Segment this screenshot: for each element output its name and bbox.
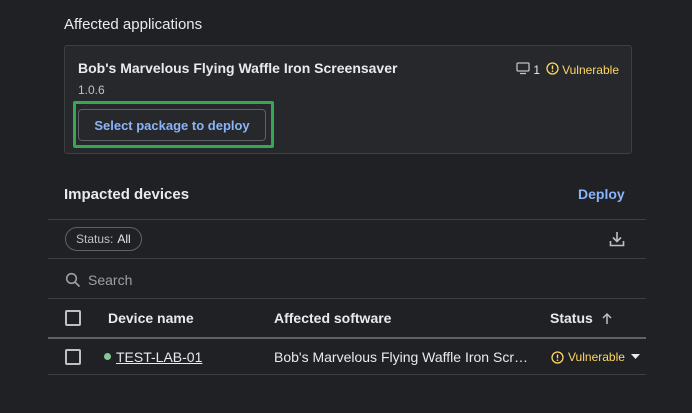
download-icon[interactable] [607,229,627,249]
warning-icon [546,62,559,78]
divider [48,298,646,299]
app-version: 1.0.6 [78,83,105,97]
app-status: Vulnerable [562,63,619,77]
search-icon [65,272,81,288]
column-header-status-label: Status [550,310,593,326]
device-count: 1 [533,63,541,77]
app-name: Bob's Marvelous Flying Waffle Iron Scree… [78,60,398,76]
divider [48,374,646,375]
app-card: Bob's Marvelous Flying Waffle Iron Scree… [64,45,632,154]
status-label: Vulnerable [568,350,625,364]
status-filter-label: Status: [76,232,114,246]
column-header-affected-software[interactable]: Affected software [274,310,391,326]
device-name-link[interactable]: TEST-LAB-01 [116,349,202,365]
monitor-icon [516,62,531,78]
sort-ascending-icon [601,312,613,325]
select-all-checkbox[interactable] [65,310,81,326]
online-status-dot [104,353,111,360]
deploy-link[interactable]: Deploy [578,186,625,202]
status-cell[interactable]: Vulnerable [551,350,640,364]
divider [48,258,646,259]
header-divider [48,337,646,339]
column-header-device-name[interactable]: Device name [108,310,194,326]
status-filter-chip[interactable]: Status: All [65,227,142,251]
app-meta: 1 Vulnerable [516,62,619,78]
divider [48,219,646,220]
impacted-devices-title: Impacted devices [64,186,190,203]
affected-applications-title: Affected applications [64,16,203,33]
status-filter-value: All [117,232,131,246]
affected-software-cell: Bob's Marvelous Flying Waffle Iron Scr… [274,349,528,365]
search-input[interactable] [88,270,388,290]
warning-icon [551,350,564,364]
column-header-status[interactable]: Status [550,310,613,326]
select-package-button[interactable]: Select package to deploy [78,109,266,141]
chevron-down-icon[interactable] [630,354,640,360]
row-checkbox[interactable] [65,349,81,365]
